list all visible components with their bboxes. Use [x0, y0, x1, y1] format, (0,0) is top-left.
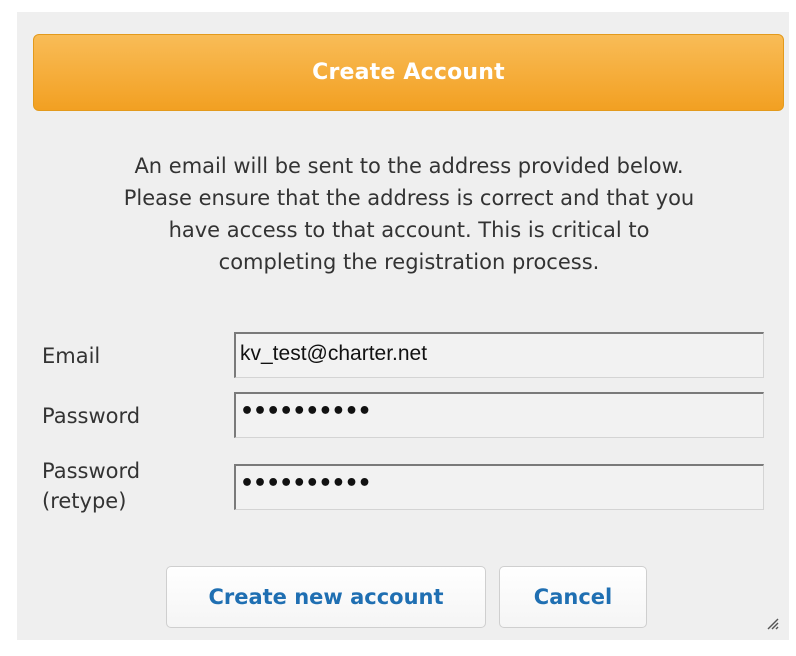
create-account-button[interactable]: Create new account [166, 566, 486, 628]
message-line: Please ensure that the address is correc… [123, 186, 695, 210]
password-retype-field[interactable]: •••••••••• [234, 464, 764, 510]
password-retype-label: Password (retype) [42, 456, 140, 516]
message-line: have access to that account. This is cri… [168, 218, 650, 242]
password-retype-label-line2: (retype) [42, 489, 127, 513]
dialog-title-bar[interactable]: Create Account [33, 34, 784, 111]
message-line: completing the registration process. [218, 250, 600, 274]
info-message: An email will be sent to the address pro… [39, 150, 779, 278]
message-line: An email will be sent to the address pro… [134, 154, 684, 178]
password-label: Password [42, 404, 141, 428]
email-label: Email [42, 344, 101, 368]
cancel-button[interactable]: Cancel [499, 566, 647, 628]
password-retype-label-line1: Password [42, 459, 141, 483]
resize-grip-icon[interactable] [765, 616, 779, 630]
password-field[interactable]: •••••••••• [234, 392, 764, 438]
dialog-title: Create Account [312, 60, 505, 85]
create-account-dialog: Create Account An email will be sent to … [17, 12, 789, 640]
email-field[interactable]: kv_test@charter.net [234, 332, 764, 378]
